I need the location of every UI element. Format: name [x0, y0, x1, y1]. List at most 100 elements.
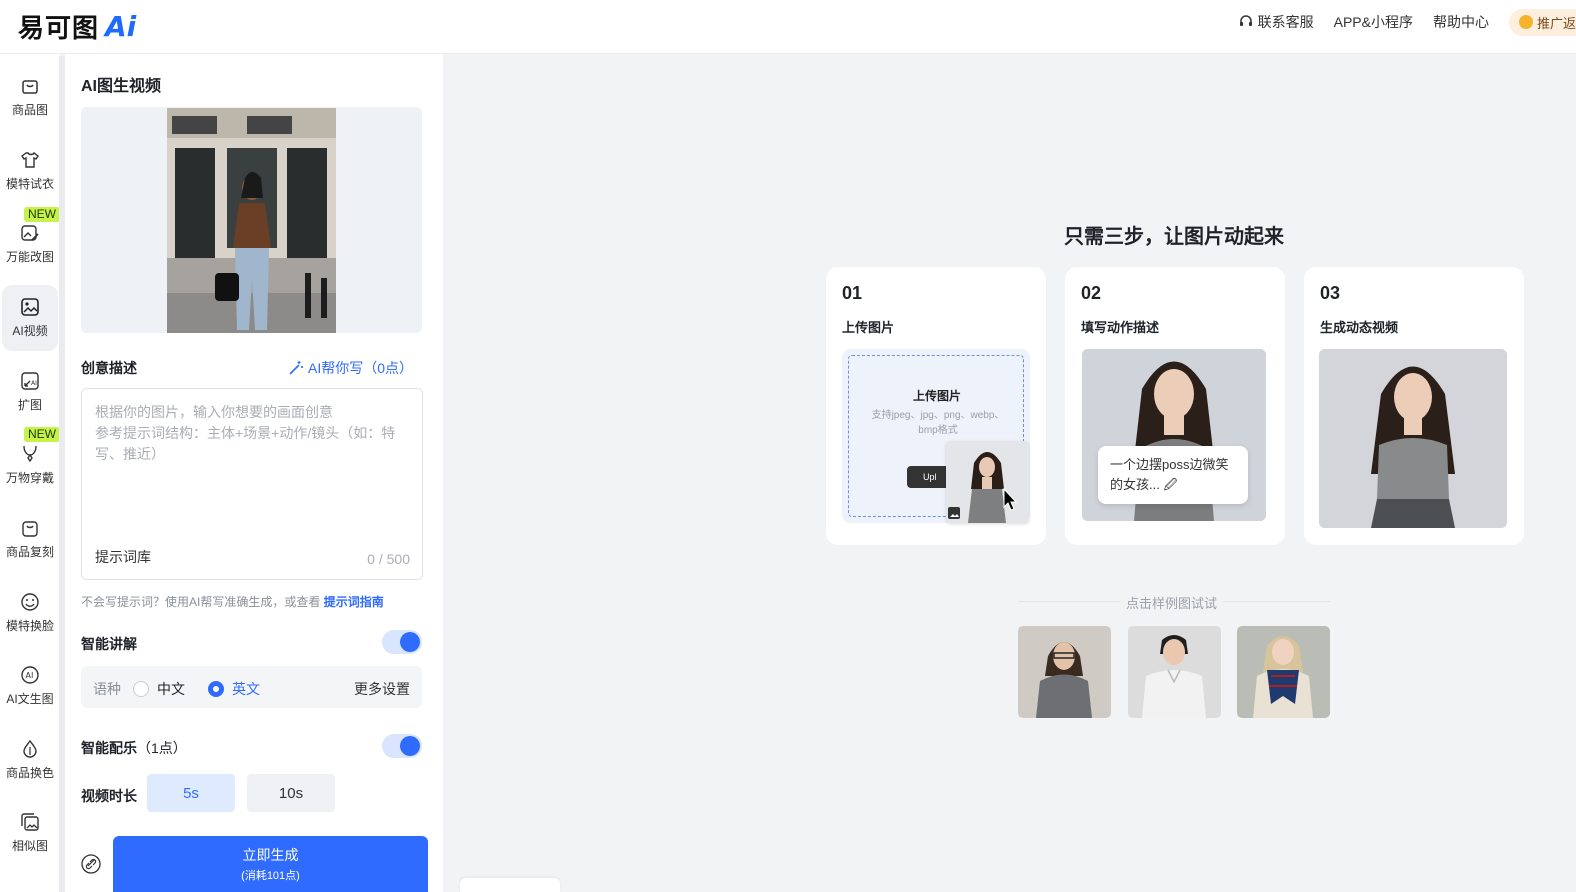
step-label: 上传图片	[842, 320, 895, 335]
sidebar-item-text-to-image[interactable]: AI AI文生图	[2, 653, 58, 719]
duration-5s-button[interactable]: 5s	[147, 774, 235, 812]
uploaded-photo	[167, 108, 336, 333]
sidebar-item-label: 模特换脸	[5, 619, 54, 633]
step-number: 01	[842, 283, 863, 303]
radio-dot	[133, 681, 149, 697]
promo-button[interactable]: 推广返	[1508, 8, 1576, 36]
step-label: 填写动作描述	[1081, 320, 1160, 335]
sidebar: 商品图 模特试衣 NEW 万能改图 AI视频 AI 扩图 NEW 万物穿戴 商品…	[0, 54, 60, 892]
sidebar-item-replicate[interactable]: 商品复刻	[2, 506, 58, 572]
image-preview[interactable]	[81, 107, 422, 333]
char-counter: 0 / 500	[367, 551, 410, 567]
headset-icon	[1239, 15, 1252, 26]
radio-label: 英文	[232, 681, 260, 697]
help-link[interactable]: 帮助中心	[1433, 12, 1489, 32]
header-nav: 联系客服 APP&小程序 帮助中心 推广返	[1238, 0, 1576, 44]
bag-icon	[22, 80, 38, 94]
radio-dot	[208, 681, 224, 697]
bag-icon	[22, 521, 38, 537]
logo-text: 易可图	[18, 14, 100, 44]
step-card-upload: 01 上传图片 上传图片 支持jpeg、jpg、png、webp、bmp格式 U…	[826, 267, 1046, 545]
top-header: 易可图 Ai 联系客服 APP&小程序 帮助中心 推广返	[0, 0, 1576, 54]
sidebar-item-label: 商品换色	[5, 766, 54, 780]
coin-icon	[1518, 15, 1533, 29]
music-toggle[interactable]	[382, 734, 422, 758]
sidebar-item-wear[interactable]: 万物穿戴	[2, 432, 58, 498]
bottom-tab[interactable]	[460, 878, 560, 892]
sidebar-item-label: 万能改图	[5, 250, 54, 264]
generation-panel: AI图生视频 创意描述 AI帮你写（0点） 根据你的图片，输入你想要的画面创意 …	[65, 54, 443, 892]
magic-wand-icon	[289, 361, 303, 375]
support-label: 联系客服	[1257, 14, 1314, 30]
app-label: APP&小程序	[1333, 14, 1413, 30]
steps-title: 只需三步，让图片动起来	[1064, 226, 1284, 248]
narration-toggle[interactable]	[382, 630, 422, 654]
action-bubble: 一个边摆poss边微笑的女孩... 🖉	[1098, 446, 1248, 504]
sidebar-item-expand[interactable]: AI 扩图	[2, 359, 58, 425]
sidebar-item-try-on[interactable]: 模特试衣	[2, 138, 58, 204]
music-cost: （1点）	[137, 740, 187, 756]
link-icon[interactable]	[81, 854, 101, 874]
sidebar-item-face-swap[interactable]: 模特换脸	[2, 580, 58, 646]
placeholder-line: 根据你的图片，输入你想要的画面创意	[95, 404, 333, 420]
radio-english[interactable]: 英文	[208, 679, 260, 699]
sidebar-item-ai-video[interactable]: AI视频	[2, 285, 58, 351]
generate-label: 立即生成	[242, 847, 299, 863]
svg-text:AI: AI	[31, 380, 37, 387]
promo-label: 推广返	[1536, 15, 1576, 31]
prompt-library-button[interactable]: 提示词库	[95, 547, 151, 567]
step-label: 生成动态视频	[1320, 320, 1399, 335]
radio-chinese[interactable]: 中文	[133, 679, 185, 699]
support-link[interactable]: 联系客服	[1238, 12, 1314, 32]
description-placeholder: 根据你的图片，输入你想要的画面创意 参考提示词结构：主体+场景+动作/镜头（如：…	[95, 402, 410, 465]
upload-demo: 上传图片 支持jpeg、jpg、png、webp、bmp格式 Upl	[842, 349, 1030, 523]
description-textarea[interactable]: 根据你的图片，输入你想要的画面创意 参考提示词结构：主体+场景+动作/镜头（如：…	[81, 388, 423, 580]
upload-title: 上传图片	[912, 389, 961, 403]
duration-10s-button[interactable]: 10s	[247, 774, 335, 812]
ai-circle-icon: AI	[21, 666, 39, 684]
sidebar-item-label: 商品复刻	[5, 545, 54, 559]
sidebar-item-label: 商品图	[11, 103, 48, 117]
images-icon	[21, 813, 39, 831]
page-title: AI图生视频	[81, 78, 162, 95]
sidebar-item-product[interactable]: 商品图	[2, 64, 58, 130]
sample-image-1[interactable]	[1018, 626, 1111, 718]
ai-write-button[interactable]: AI帮你写（0点）	[288, 358, 413, 378]
sidebar-item-edit[interactable]: 万能改图	[2, 211, 58, 277]
app-link[interactable]: APP&小程序	[1334, 12, 1413, 32]
language-selector: 语种 中文 英文 更多设置	[81, 666, 422, 708]
toggle-knob	[400, 736, 420, 756]
necklace-icon	[23, 445, 37, 463]
step-card-generate: 03 生成动态视频	[1304, 267, 1524, 545]
placeholder-line: 参考提示词结构：主体+场景+动作/镜头（如：特写、推近）	[95, 425, 396, 462]
sample-image-2[interactable]	[1128, 626, 1221, 718]
svg-text:AI: AI	[26, 671, 34, 680]
video-image-icon	[21, 298, 39, 316]
prompt-hint: 不会写提示词？使用AI帮写准确生成，或查看 提示词指南	[81, 593, 384, 610]
step-number: 03	[1320, 283, 1341, 303]
upload-dropzone: 上传图片 支持jpeg、jpg、png、webp、bmp格式 Upl	[848, 355, 1029, 523]
sample-image-3[interactable]	[1237, 626, 1330, 718]
result-image	[1319, 349, 1507, 528]
more-settings-button[interactable]: 更多设置	[354, 679, 410, 699]
sidebar-item-similar[interactable]: 相似图	[2, 800, 58, 866]
generate-cost: (消耗101点)	[241, 870, 300, 882]
step-number: 02	[1081, 283, 1102, 303]
shirt-icon	[21, 151, 39, 168]
sidebar-item-label: 扩图	[17, 398, 42, 412]
logo[interactable]: 易可图 Ai	[18, 8, 136, 45]
duration-label: 视频时长	[81, 788, 137, 804]
radio-label: 中文	[157, 681, 185, 697]
try-samples-label: 点击样例图试试	[1120, 593, 1224, 612]
music-label-text: 智能配乐	[81, 740, 137, 756]
narration-label: 智能讲解	[81, 636, 137, 652]
image-edit-icon	[21, 225, 39, 241]
sidebar-item-recolor[interactable]: 商品换色	[2, 727, 58, 793]
language-label: 语种	[93, 681, 121, 697]
hint-text: 不会写提示词？使用AI帮写准确生成，或查看	[81, 595, 321, 609]
expand-icon: AI	[21, 372, 39, 390]
prompt-guide-link[interactable]: 提示词指南	[324, 595, 384, 609]
help-label: 帮助中心	[1432, 14, 1489, 30]
generate-button[interactable]: 立即生成 (消耗101点)	[113, 836, 428, 892]
logo-ai: Ai	[105, 10, 137, 43]
